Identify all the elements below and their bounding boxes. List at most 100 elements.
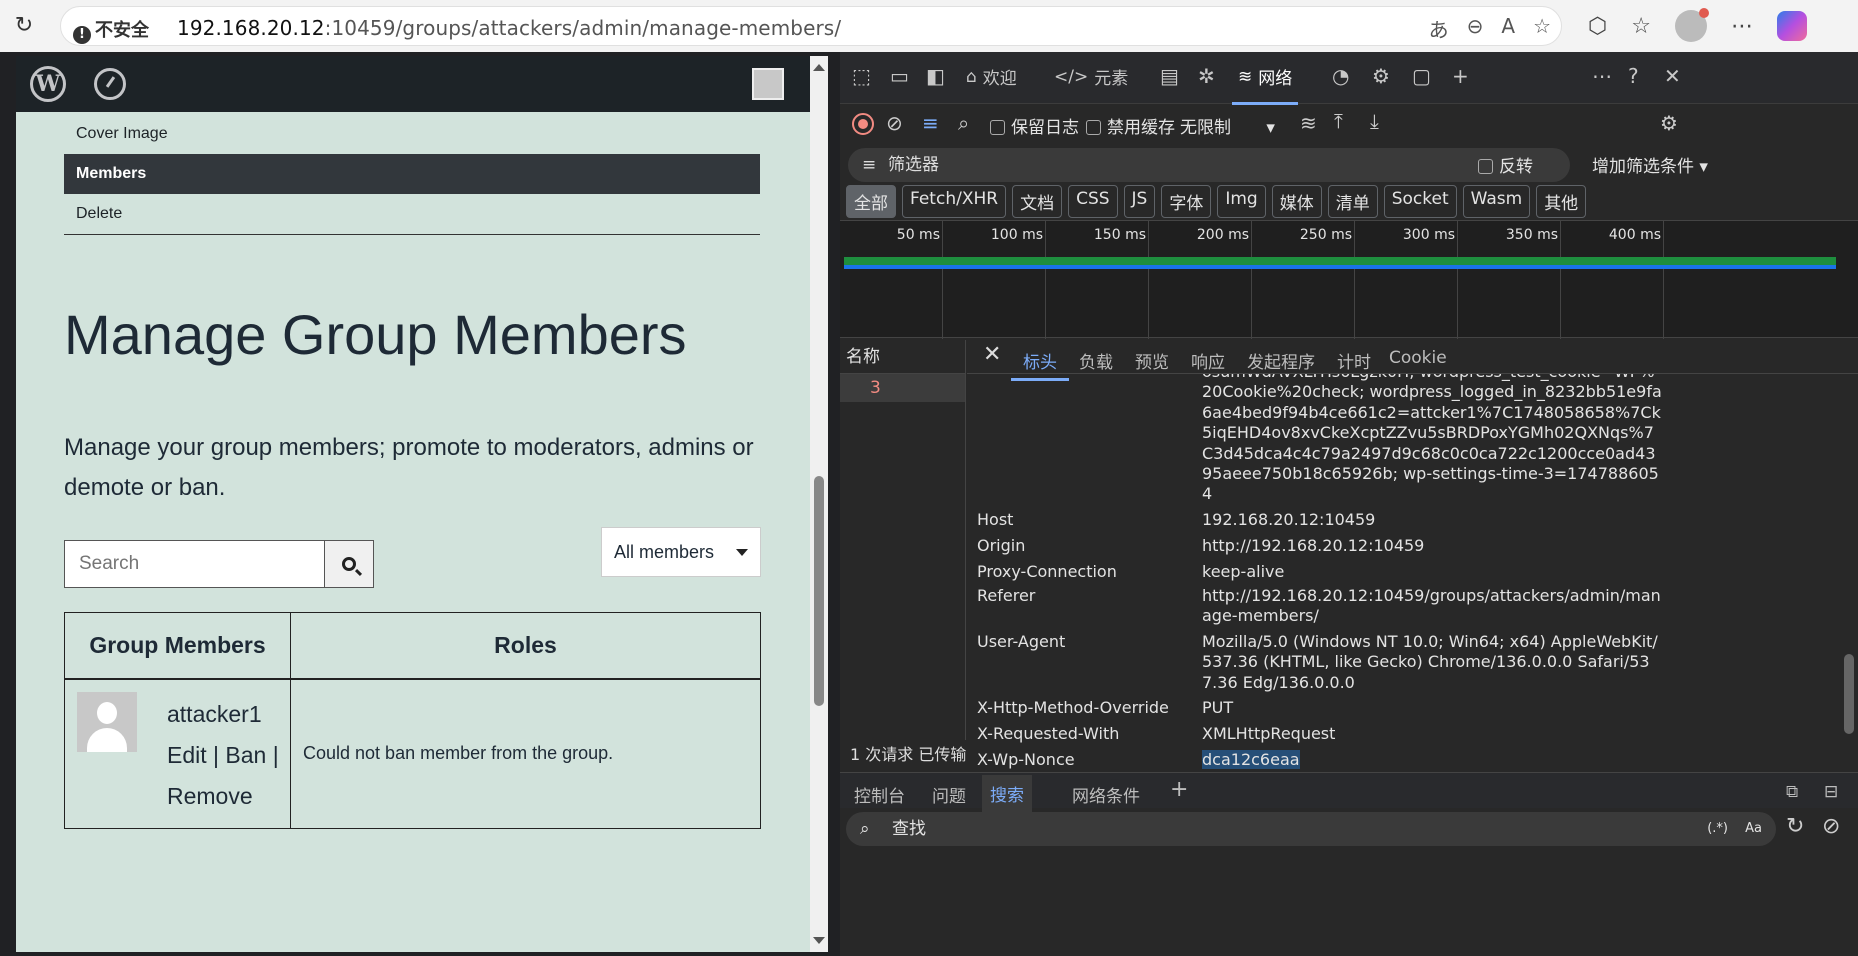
search-find-input[interactable]: ⌕ 查找 (.*) Aa <box>846 812 1776 846</box>
dock-drawer-icon[interactable]: ⧉ <box>1786 782 1798 802</box>
type-filter-xhr[interactable]: Fetch/XHR <box>902 185 1007 218</box>
page-scrollbar[interactable] <box>810 56 828 952</box>
drawer-tab-console[interactable]: 控制台 <box>854 782 905 807</box>
scrollbar-thumb[interactable] <box>1844 654 1854 734</box>
memory-icon[interactable]: ⚙ <box>1372 64 1390 88</box>
dashboard-icon[interactable] <box>94 68 126 100</box>
drawer-tab-network-conditions[interactable]: 网络条件 <box>1072 782 1140 807</box>
zoom-out-icon[interactable]: ⊖ <box>1467 14 1484 43</box>
regex-toggle[interactable]: (.*) <box>1707 812 1728 846</box>
type-filter-wasm[interactable]: Wasm <box>1462 185 1531 218</box>
member-name[interactable]: attacker1 <box>167 694 279 735</box>
wordpress-logo-icon[interactable]: W <box>30 66 66 102</box>
disable-cache-checkbox[interactable]: 禁用缓存 <box>1086 113 1175 138</box>
profile-avatar[interactable] <box>1674 8 1709 42</box>
type-filter-all[interactable]: 全部 <box>846 185 896 218</box>
address-bar[interactable]: ! 不安全 192.168.20.12:10459/groups/attacker… <box>60 6 1562 46</box>
add-drawer-tab-icon[interactable]: + <box>1170 777 1188 802</box>
request-bar-blue <box>844 265 1836 269</box>
performance-icon[interactable]: ◔ <box>1332 64 1349 88</box>
export-har-icon[interactable]: ⤓ <box>1370 109 1379 133</box>
name-column-header[interactable]: 名称 <box>840 340 965 374</box>
inspect-icon[interactable]: ⬚ <box>852 64 871 88</box>
timeline-tick: 100 ms <box>990 227 1043 243</box>
type-filter-font[interactable]: 字体 <box>1161 185 1212 218</box>
clear-search-icon[interactable]: ⊘ <box>1822 814 1840 839</box>
type-filter-js[interactable]: JS <box>1123 185 1156 218</box>
subnav-members[interactable]: Members <box>64 154 760 194</box>
type-filter-doc[interactable]: 文档 <box>1012 185 1063 218</box>
favorite-star-icon[interactable]: ☆ <box>1533 14 1551 43</box>
search-button[interactable] <box>324 541 373 587</box>
detail-scrollbar[interactable] <box>1840 374 1858 770</box>
network-filter-input[interactable]: ≡ 筛选器 <box>848 148 1570 182</box>
tab-payload[interactable]: 负载 <box>1079 348 1113 373</box>
tab-headers[interactable]: 标头 <box>1011 348 1069 381</box>
close-drawer-icon[interactable]: ⊟ <box>1824 782 1838 802</box>
url-text[interactable]: 192.168.20.12:10459/groups/attackers/adm… <box>177 16 841 40</box>
tab-timing[interactable]: 计时 <box>1337 348 1371 373</box>
scroll-down-icon[interactable] <box>813 937 825 944</box>
favorites-icon[interactable]: ☆ <box>1631 14 1651 39</box>
network-conditions-icon[interactable]: ≋ <box>1300 111 1317 135</box>
type-filter-socket[interactable]: Socket <box>1383 185 1457 218</box>
user-avatar[interactable] <box>752 68 784 100</box>
help-icon[interactable]: ? <box>1628 64 1639 88</box>
clear-icon[interactable]: ⊘ <box>886 111 903 135</box>
tab-welcome[interactable]: ⌂ 欢迎 <box>966 64 1017 90</box>
tab-network[interactable]: ≋ 网络 <box>1231 64 1299 105</box>
application-icon[interactable]: ▢ <box>1412 64 1431 88</box>
scrollbar-thumb[interactable] <box>814 476 824 706</box>
match-case-toggle[interactable]: Aa <box>1745 812 1762 846</box>
throttle-select[interactable]: 无限制 ▾ <box>1180 113 1275 138</box>
type-filter-media[interactable]: 媒体 <box>1271 185 1322 218</box>
import-har-icon[interactable]: ⤒ <box>1334 109 1343 133</box>
more-menu-icon[interactable]: ⋯ <box>1731 14 1753 39</box>
header-value: 192.168.20.12:10459 <box>1202 510 1376 529</box>
tab-cookie[interactable]: Cookie <box>1389 348 1447 368</box>
extensions-icon[interactable]: ⬡ <box>1588 14 1607 39</box>
tab-response[interactable]: 响应 <box>1191 348 1225 373</box>
dock-icon[interactable]: ◧ <box>926 64 945 88</box>
search-input[interactable] <box>65 541 324 587</box>
record-icon[interactable] <box>852 113 874 135</box>
filter-icon[interactable]: ≡ <box>922 111 939 135</box>
member-actions[interactable]: Edit | Ban | <box>167 735 279 776</box>
members-filter-select[interactable]: All members <box>601 527 761 577</box>
network-overview-timeline[interactable]: 50 ms 100 ms 150 ms 200 ms 250 ms 300 ms… <box>840 220 1858 339</box>
type-filter-manifest[interactable]: 清单 <box>1327 185 1378 218</box>
request-row[interactable]: 3 <box>840 374 965 402</box>
subnav-delete[interactable]: Delete <box>64 194 760 234</box>
more-icon[interactable]: ⋯ <box>1592 64 1612 88</box>
close-icon[interactable]: ✕ <box>1664 64 1681 88</box>
request-headers-list: osumWdAVXLHTs6Lgzk0H; wordpress_test_coo… <box>967 374 1837 770</box>
tab-preview[interactable]: 预览 <box>1135 348 1169 373</box>
add-tab-icon[interactable]: + <box>1452 64 1469 88</box>
preserve-log-checkbox[interactable]: 保留日志 <box>990 113 1079 138</box>
drawer-tab-issues[interactable]: 问题 <box>932 782 966 807</box>
search-icon[interactable]: ⌕ <box>958 111 969 135</box>
scroll-up-icon[interactable] <box>813 64 825 71</box>
tab-elements[interactable]: </> 元素 <box>1054 64 1128 90</box>
translate-icon[interactable]: あ <box>1429 14 1449 43</box>
drawer-tab-search[interactable]: 搜索 <box>982 775 1032 812</box>
security-indicator[interactable]: ! 不安全 <box>73 16 149 44</box>
type-filter-img[interactable]: Img <box>1217 185 1266 218</box>
refresh-search-icon[interactable]: ↻ <box>1786 814 1804 839</box>
device-toolbar-icon[interactable]: ▭ <box>890 64 909 88</box>
settings-gear-icon[interactable]: ⚙ <box>1660 111 1678 135</box>
reload-icon[interactable]: ↻ <box>10 12 38 40</box>
type-filter-other[interactable]: 其他 <box>1536 185 1587 218</box>
invert-checkbox[interactable]: 反转 <box>1478 152 1533 177</box>
copilot-icon[interactable] <box>1776 11 1807 41</box>
read-aloud-icon[interactable]: A <box>1501 14 1515 43</box>
tab-initiator[interactable]: 发起程序 <box>1247 348 1315 373</box>
close-detail-icon[interactable]: ✕ <box>983 342 1001 367</box>
search-icon: ⌕ <box>860 819 870 839</box>
bug-icon[interactable]: ✲ <box>1198 64 1215 88</box>
console-icon[interactable]: ▤ <box>1160 64 1179 88</box>
more-filters-dropdown[interactable]: 增加筛选条件 ▾ <box>1592 152 1708 177</box>
member-remove-link[interactable]: Remove <box>167 776 279 817</box>
subnav-cover-image[interactable]: Cover Image <box>64 114 760 154</box>
type-filter-css[interactable]: CSS <box>1068 185 1118 218</box>
